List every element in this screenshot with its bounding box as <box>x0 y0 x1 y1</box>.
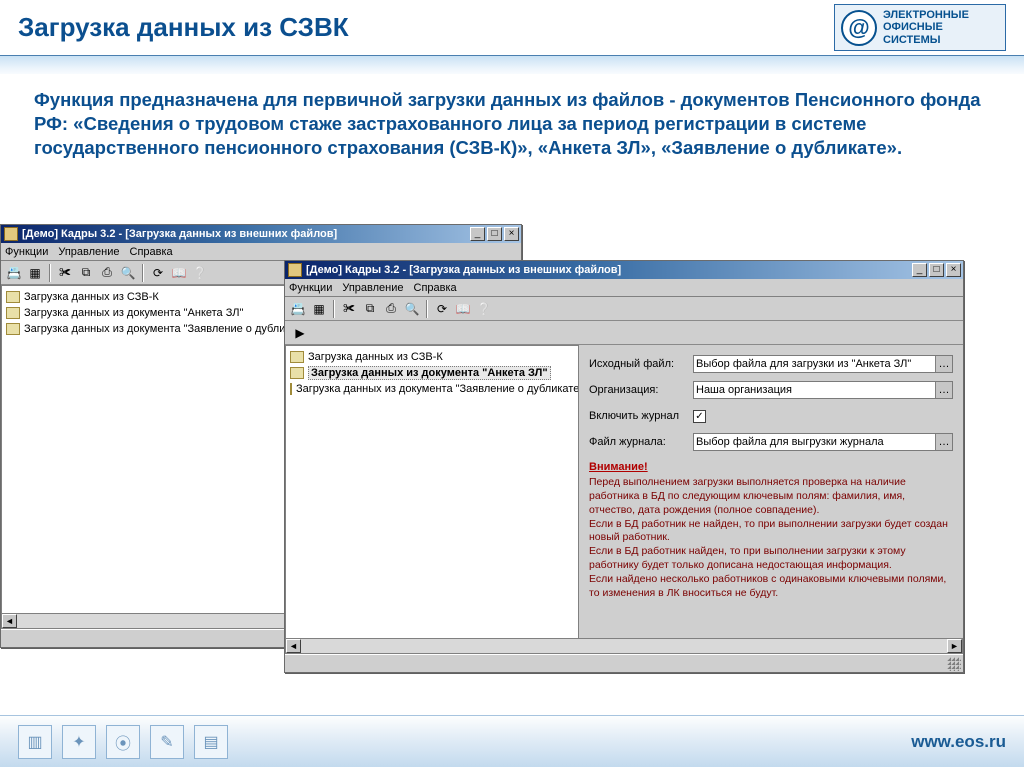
tb-search-icon[interactable]: 🔍 <box>119 264 137 282</box>
front-statusbar <box>285 654 963 672</box>
input-source-file[interactable]: Выбор файла для загрузки из "Анкета ЗЛ" … <box>693 355 953 373</box>
front-window-title: [Демо] Кадры 3.2 - [Загрузка данных из в… <box>306 264 910 276</box>
doc-icon <box>290 351 304 363</box>
scroll-left-icon[interactable]: ◄ <box>286 639 301 653</box>
footer-icon-4: ✎ <box>150 725 184 759</box>
scroll-right-icon[interactable]: ► <box>947 639 962 653</box>
front-tree[interactable]: Загрузка данных из СЗВ-К Загрузка данных… <box>285 345 579 654</box>
close-button[interactable]: × <box>946 263 961 277</box>
tb-refresh-icon[interactable]: ⟳ <box>149 264 167 282</box>
browse-button[interactable]: … <box>935 382 952 398</box>
doc-icon <box>290 383 292 395</box>
menu-help[interactable]: Справка <box>414 282 457 294</box>
brand-logo: @ ЭЛЕКТРОННЫЕ ОФИСНЫЕ СИСТЕМЫ <box>834 4 1006 51</box>
window-front: [Демо] Кадры 3.2 - [Загрузка данных из в… <box>284 260 964 673</box>
logo-emblem-icon: @ <box>841 10 877 46</box>
menu-manage[interactable]: Управление <box>58 246 119 258</box>
tb-refresh-icon[interactable]: ⟳ <box>433 300 451 318</box>
back-titlebar[interactable]: [Демо] Кадры 3.2 - [Загрузка данных из в… <box>1 225 521 243</box>
resize-grip-icon[interactable] <box>947 657 961 671</box>
logo-text: ЭЛЕКТРОННЫЕ ОФИСНЫЕ СИСТЕМЫ <box>883 9 969 47</box>
label-organization: Организация: <box>589 384 693 396</box>
label-journal-toggle: Включить журнал <box>589 410 693 422</box>
tb-print-icon[interactable]: ⎙ <box>382 300 400 318</box>
doc-icon <box>6 291 20 303</box>
footer-icon-1: ▥ <box>18 725 52 759</box>
browse-button[interactable]: … <box>935 356 952 372</box>
footer-icon-2: ✦ <box>62 725 96 759</box>
slide-footer: ▥ ✦ ⦿ ✎ ▤ www.eos.ru <box>0 715 1024 767</box>
doc-icon <box>6 307 20 319</box>
scroll-left-icon[interactable]: ◄ <box>2 614 17 628</box>
row-org: Организация: Наша организация … <box>589 379 953 401</box>
front-titlebar[interactable]: [Демо] Кадры 3.2 - [Загрузка данных из в… <box>285 261 963 279</box>
minimize-button[interactable]: _ <box>912 263 927 277</box>
doc-icon <box>290 367 304 379</box>
tb-card-icon[interactable]: 📇 <box>5 264 23 282</box>
tree-item-dublikat[interactable]: Загрузка данных из документа "Заявление … <box>290 381 574 397</box>
back-window-title: [Демо] Кадры 3.2 - [Загрузка данных из в… <box>22 228 468 240</box>
tb-copy-icon[interactable]: ⧉ <box>77 264 95 282</box>
tb-cut-icon[interactable]: ✀ <box>56 264 74 282</box>
front-form: Исходный файл: Выбор файла для загрузки … <box>579 345 963 654</box>
front-menubar: Функции Управление Справка <box>285 279 963 297</box>
intro-paragraph: Функция предназначена для первичной загр… <box>34 88 996 160</box>
input-organization[interactable]: Наша организация … <box>693 381 953 399</box>
label-source-file: Исходный файл: <box>589 358 693 370</box>
tb-search-icon[interactable]: 🔍 <box>403 300 421 318</box>
tb-help-icon[interactable]: ❔ <box>191 264 209 282</box>
tb-table-icon[interactable]: ▦ <box>26 264 44 282</box>
front-body: Загрузка данных из СЗВ-К Загрузка данных… <box>285 345 963 654</box>
tb-cut-icon[interactable]: ✀ <box>340 300 358 318</box>
tb-card-icon[interactable]: 📇 <box>289 300 307 318</box>
front-hscroll[interactable]: ◄ ► <box>285 638 963 654</box>
maximize-button[interactable]: □ <box>487 227 502 241</box>
warning-heading: Внимание! <box>589 461 953 473</box>
close-button[interactable]: × <box>504 227 519 241</box>
browse-button[interactable]: … <box>935 434 952 450</box>
input-journal-file[interactable]: Выбор файла для выгрузки журнала … <box>693 433 953 451</box>
checkbox-journal[interactable]: ✓ <box>693 410 706 423</box>
menu-manage[interactable]: Управление <box>342 282 403 294</box>
tree-item-szvk[interactable]: Загрузка данных из СЗВ-К <box>290 349 574 365</box>
label-journal-file: Файл журнала: <box>589 436 693 448</box>
page-title: Загрузка данных из СЗВК <box>18 12 834 43</box>
minimize-button[interactable]: _ <box>470 227 485 241</box>
app-icon <box>288 263 302 277</box>
footer-icon-3: ⦿ <box>106 725 140 759</box>
front-subtoolbar: ▶ <box>285 321 963 345</box>
app-icon <box>4 227 18 241</box>
back-menubar: Функции Управление Справка <box>1 243 521 261</box>
menu-functions[interactable]: Функции <box>289 282 332 294</box>
doc-icon <box>6 323 20 335</box>
footer-icon-5: ▤ <box>194 725 228 759</box>
content-area: Функция предназначена для первичной загр… <box>0 74 1024 714</box>
tb-copy-icon[interactable]: ⧉ <box>361 300 379 318</box>
tb-book-icon[interactable]: 📖 <box>454 300 472 318</box>
row-journal-toggle: Включить журнал ✓ <box>589 405 953 427</box>
tb-print-icon[interactable]: ⎙ <box>98 264 116 282</box>
tb-table-icon[interactable]: ▦ <box>310 300 328 318</box>
row-journal-file: Файл журнала: Выбор файла для выгрузки ж… <box>589 431 953 453</box>
front-toolbar: 📇 ▦ ✀ ⧉ ⎙ 🔍 ⟳ 📖 ❔ <box>285 297 963 321</box>
footer-url: www.eos.ru <box>911 732 1006 752</box>
header-accent-strip <box>0 56 1024 74</box>
slide-header: Загрузка данных из СЗВК @ ЭЛЕКТРОННЫЕ ОФ… <box>0 0 1024 56</box>
menu-help[interactable]: Справка <box>130 246 173 258</box>
menu-functions[interactable]: Функции <box>5 246 48 258</box>
tb-book-icon[interactable]: 📖 <box>170 264 188 282</box>
tb-run-icon[interactable]: ▶ <box>291 324 309 342</box>
warning-text: Перед выполнением загрузки выполняется п… <box>589 476 953 601</box>
tb-help-icon[interactable]: ❔ <box>475 300 493 318</box>
maximize-button[interactable]: □ <box>929 263 944 277</box>
tree-item-anketa-selected[interactable]: Загрузка данных из документа "Анкета ЗЛ" <box>290 365 574 381</box>
row-source-file: Исходный файл: Выбор файла для загрузки … <box>589 353 953 375</box>
